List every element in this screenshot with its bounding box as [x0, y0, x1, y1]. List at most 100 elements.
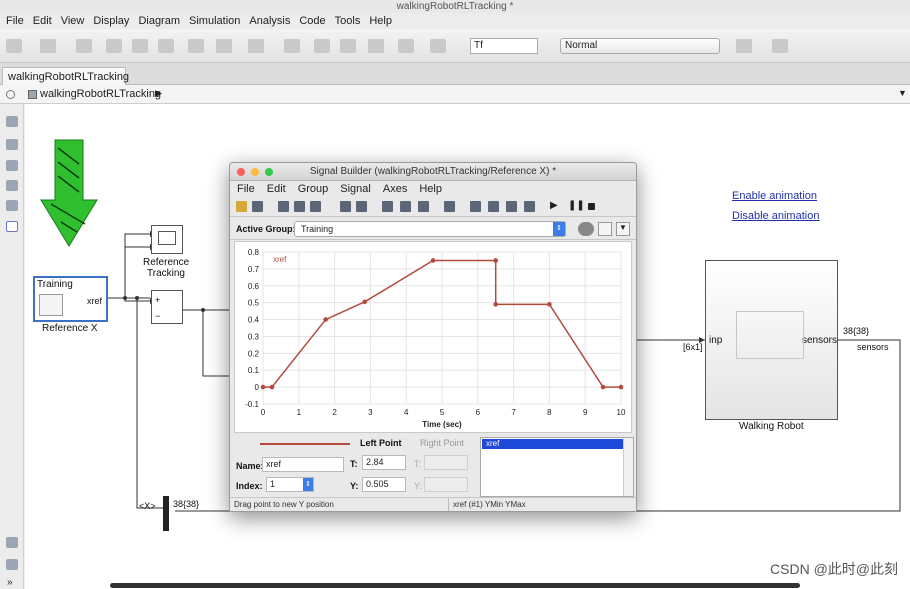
menu-edit[interactable]: Edit — [33, 15, 52, 27]
fit-icon[interactable] — [524, 201, 535, 212]
sb-menu-signal[interactable]: Signal — [340, 183, 371, 195]
menu-tools[interactable]: Tools — [335, 15, 361, 27]
model-explorer-icon[interactable] — [248, 39, 264, 53]
sb-menu-help[interactable]: Help — [419, 183, 442, 195]
scope-screen-icon — [158, 231, 176, 245]
horizontal-scrollbar[interactable] — [110, 583, 800, 588]
area-icon[interactable] — [6, 221, 18, 232]
disable-animation-link[interactable]: Disable animation — [732, 210, 819, 222]
zoom-x-icon[interactable] — [488, 201, 499, 212]
rewind-icon[interactable] — [314, 39, 330, 53]
open-model-icon[interactable] — [40, 39, 56, 53]
walking-robot-block[interactable]: inp sensors — [705, 260, 838, 420]
close-icon[interactable] — [237, 168, 245, 176]
pulse-signal-icon[interactable] — [418, 201, 429, 212]
save-model-icon[interactable] — [76, 39, 92, 53]
zoom-y-icon[interactable] — [506, 201, 517, 212]
undo-icon[interactable] — [340, 201, 351, 212]
model-advisor-icon[interactable] — [736, 39, 752, 53]
zoom-window-icon[interactable] — [265, 168, 273, 176]
breadcrumb-dropdown-icon[interactable]: ▼ — [898, 88, 907, 98]
signal-plot-svg[interactable]: 0 1 2 3 4 5 6 7 8 9 10-0.100.10.20.30.40.50.60.70.… — [235, 242, 631, 432]
forward-icon[interactable] — [132, 39, 148, 53]
group-menu-dropdown-icon[interactable]: ▼ — [616, 222, 630, 236]
model-settings-icon[interactable] — [216, 39, 232, 53]
menu-view[interactable]: View — [61, 15, 85, 27]
library-browser-icon[interactable] — [188, 39, 204, 53]
redo-icon[interactable] — [356, 201, 367, 212]
y-tick-label: 0.2 — [248, 349, 260, 358]
step-back-icon[interactable] — [284, 39, 300, 53]
menu-simulation[interactable]: Simulation — [189, 15, 240, 27]
menu-file[interactable]: File — [6, 15, 24, 27]
grid-icon[interactable] — [444, 201, 455, 212]
x-tick-label: 9 — [583, 408, 588, 417]
breadcrumb-arrow-icon[interactable]: ▶ — [155, 88, 162, 99]
signal-index-field[interactable]: 1 ⇕ — [266, 477, 314, 492]
enable-animation-link[interactable]: Enable animation — [732, 190, 817, 202]
signal-list[interactable]: xref — [480, 437, 634, 497]
menu-help[interactable]: Help — [369, 15, 392, 27]
breadcrumb-model[interactable]: walkingRobotRLTracking — [40, 88, 161, 100]
hide-explorer-icon[interactable] — [6, 90, 15, 99]
build-icon[interactable] — [772, 39, 788, 53]
expand-icon[interactable]: » — [7, 577, 13, 588]
new-model-icon[interactable] — [6, 39, 22, 53]
zoom-icon[interactable] — [6, 116, 18, 127]
menu-code[interactable]: Code — [299, 15, 325, 27]
open-icon[interactable] — [236, 201, 247, 212]
step-signal-icon[interactable] — [400, 201, 411, 212]
main-toolbar: Tf Normal — [0, 29, 910, 63]
stop-sim-icon[interactable] — [588, 203, 595, 210]
save-icon[interactable] — [252, 201, 263, 212]
menu-diagram[interactable]: Diagram — [138, 15, 180, 27]
sb-menu-file[interactable]: File — [237, 183, 255, 195]
signal-plot[interactable]: 0 1 2 3 4 5 6 7 8 9 10 -0.1 0 0.1 0.2 0.3 0.4 0.5 0.6 0.7 0.… — [234, 241, 632, 433]
bus-selector-label: <X> — [139, 501, 156, 511]
menu-analysis[interactable]: Analysis — [249, 15, 290, 27]
explorer-bar-icon[interactable] — [6, 537, 18, 548]
left-point-y-field[interactable]: 0.505 — [362, 477, 406, 492]
left-point-t-field[interactable]: 2.84 — [362, 455, 406, 470]
pause-icon[interactable]: ❚❚ — [568, 200, 585, 211]
y-tick-label: 0.8 — [248, 248, 260, 257]
sum-block[interactable]: + − — [151, 290, 183, 324]
menu-display[interactable]: Display — [93, 15, 129, 27]
copy-icon[interactable] — [294, 201, 305, 212]
cut-icon[interactable] — [278, 201, 289, 212]
data-icon[interactable] — [6, 559, 18, 570]
simulation-mode-select[interactable]: Normal — [560, 38, 720, 54]
signal-builder-block[interactable]: Training xref — [33, 276, 108, 322]
sb-menu-group[interactable]: Group — [298, 183, 329, 195]
list-view-icon[interactable] — [598, 222, 612, 236]
paste-icon[interactable] — [310, 201, 321, 212]
constant-signal-icon[interactable] — [382, 201, 393, 212]
signal-name-field[interactable]: xref — [262, 457, 344, 472]
image-icon[interactable] — [6, 200, 18, 211]
scope-icon[interactable] — [430, 39, 446, 53]
back-icon[interactable] — [106, 39, 122, 53]
scope-block[interactable] — [151, 225, 183, 254]
up-icon[interactable] — [158, 39, 174, 53]
group-settings-icon[interactable] — [578, 222, 594, 236]
start-icon[interactable]: ▶ — [550, 200, 561, 211]
stop-time-input[interactable]: Tf — [470, 38, 538, 54]
sb-menu-edit[interactable]: Edit — [267, 183, 286, 195]
minimize-icon[interactable] — [251, 168, 259, 176]
zoom-xy-icon[interactable] — [470, 201, 481, 212]
arrow-icon[interactable] — [6, 160, 18, 171]
scope-block-name-1: Reference — [143, 257, 190, 268]
data-point — [618, 384, 624, 390]
y-tick-label: 0.1 — [248, 366, 260, 375]
stop-icon[interactable] — [398, 39, 414, 53]
tab-walking-robot[interactable]: walkingRobotRLTracking — [2, 67, 129, 85]
sb-menu-axes[interactable]: Axes — [383, 183, 407, 195]
step-forward-icon[interactable] — [368, 39, 384, 53]
annotation-icon[interactable] — [6, 180, 18, 191]
run-icon[interactable] — [340, 39, 356, 53]
signal-list-item[interactable]: xref — [482, 439, 632, 449]
signal-list-scrollbar[interactable] — [623, 438, 633, 496]
sum-minus: − — [155, 311, 161, 321]
fit-view-icon[interactable] — [6, 139, 18, 150]
active-group-select[interactable]: Training ⇕ — [294, 221, 566, 237]
